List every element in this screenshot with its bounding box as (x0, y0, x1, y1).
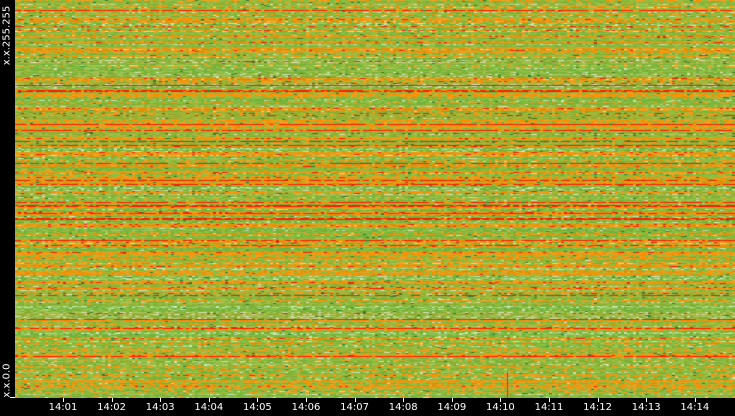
x-tick-label: 14:14 (680, 402, 710, 413)
x-tick-label: 14:07 (340, 402, 369, 413)
x-tick-label: 14:05 (242, 402, 272, 413)
x-tick-label: 14:08 (388, 402, 418, 413)
heatmap-canvas (15, 0, 735, 398)
x-tick-label: 14:11 (534, 402, 564, 413)
x-tick-label: 14:03 (145, 402, 175, 413)
y-axis: x.x.255.255 x.x.0.0 (0, 0, 15, 400)
x-tick-label: 14:09 (437, 402, 467, 413)
x-tick-label: 14:02 (97, 402, 126, 413)
x-axis: 14:01 14:02 14:03 14:04 14:05 14:06 14:07 14:08… (0, 398, 735, 415)
x-tick-label: 14:13 (631, 402, 661, 413)
y-tick-label-top: x.x.255.255 (1, 5, 13, 66)
x-tick-label: 14:06 (291, 402, 321, 413)
x-tick-label: 14:12 (583, 402, 612, 413)
x-tick-label: 14:10 (485, 402, 515, 413)
x-tick-label: 14:01 (48, 402, 78, 413)
x-tick-label: 14:04 (194, 402, 224, 413)
